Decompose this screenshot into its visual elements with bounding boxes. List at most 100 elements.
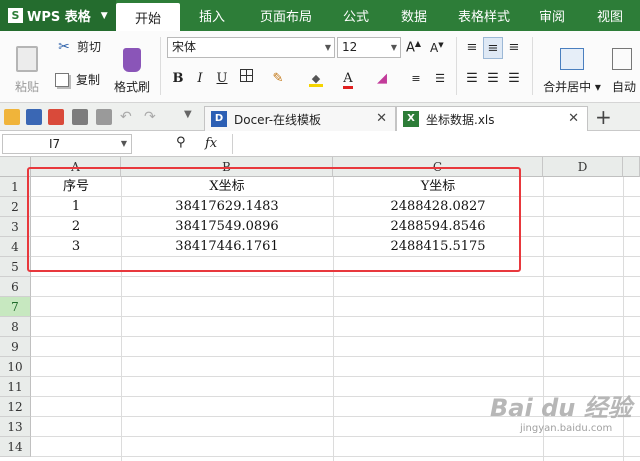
function-button[interactable]: fx: [205, 136, 217, 151]
column-header-d[interactable]: D: [543, 157, 623, 177]
chevron-down-icon: ▼: [390, 43, 397, 52]
print-preview-icon[interactable]: [96, 109, 112, 125]
row-header-9[interactable]: 9: [0, 337, 31, 357]
formula-bar: I7 ▼ ⚲ fx: [0, 131, 640, 157]
merge-center-button[interactable]: 合并居中 ▾: [538, 35, 606, 95]
redo-icon[interactable]: ↷: [144, 109, 160, 125]
ribbon-separator: [456, 37, 457, 95]
cut-label: 剪切: [77, 40, 102, 54]
format-painter-label: 格式刷: [113, 80, 150, 94]
row-header-14[interactable]: 14: [0, 437, 31, 457]
tab-table-style[interactable]: 表格样式: [444, 0, 524, 31]
row-header-11[interactable]: 11: [0, 377, 31, 397]
tab-home[interactable]: 开始: [116, 3, 180, 31]
tab-view[interactable]: 视图: [580, 0, 640, 31]
bold-button[interactable]: B: [168, 68, 188, 90]
pdf-export-icon[interactable]: [48, 109, 64, 125]
gridline: [31, 276, 640, 277]
tab-coordinates-file[interactable]: X 坐标数据.xls ✕: [396, 106, 588, 131]
row-header-7[interactable]: 7: [0, 297, 31, 317]
row-header-10[interactable]: 10: [0, 357, 31, 377]
align-center-icon: ☰: [487, 71, 499, 86]
font-shrink-icon: A▼: [430, 41, 444, 55]
font-color-button[interactable]: A: [338, 68, 358, 90]
close-icon[interactable]: ✕: [568, 111, 579, 126]
font-name-select[interactable]: 宋体 ▼: [167, 37, 335, 58]
wrap-text-button[interactable]: ≡: [406, 68, 426, 90]
auto-wrap-icon: [612, 48, 632, 70]
gridline: [31, 336, 640, 337]
align-right-icon: ☰: [508, 71, 520, 86]
tab-docer-templates[interactable]: D Docer-在线模板 ✕: [204, 106, 396, 131]
align-middle-button[interactable]: ≡: [483, 37, 503, 59]
gridline: [31, 376, 640, 377]
chevron-down-icon: ▼: [100, 10, 108, 21]
font-grow-icon: A▲: [406, 39, 422, 56]
align-left-icon: ☰: [466, 71, 478, 86]
indent-button[interactable]: ☰: [430, 68, 450, 90]
align-top-button[interactable]: ≡: [462, 37, 482, 59]
font-color-icon: A: [343, 71, 353, 89]
row-header-12[interactable]: 12: [0, 397, 31, 417]
cut-button[interactable]: ✂ 剪切: [55, 38, 101, 55]
format-painter-button[interactable]: 格式刷: [112, 35, 152, 95]
app-menu-button[interactable]: S WPS 表格 ▼: [0, 0, 116, 31]
gridline: [31, 316, 640, 317]
align-right-button[interactable]: ☰: [504, 68, 524, 90]
doc-tab-label: Docer-在线模板: [234, 112, 322, 127]
tab-insert[interactable]: 插入: [180, 0, 244, 31]
font-size-select[interactable]: 12 ▼: [337, 37, 401, 58]
pencil-icon: ✎: [272, 71, 284, 86]
italic-button[interactable]: I: [190, 68, 210, 90]
new-tab-button[interactable]: +: [595, 105, 612, 129]
paste-button[interactable]: 粘贴: [6, 35, 48, 95]
print-icon[interactable]: [72, 109, 88, 125]
name-box[interactable]: I7 ▼: [2, 134, 132, 154]
wps-logo-icon: S: [8, 8, 23, 23]
decrease-font-button[interactable]: A▼: [430, 41, 444, 55]
quick-access-bar: ↶ ↷ ▼ D Docer-在线模板 ✕ X 坐标数据.xls ✕ +: [0, 103, 640, 131]
row-header-8[interactable]: 8: [0, 317, 31, 337]
borders-button[interactable]: [236, 68, 256, 90]
tab-formulas[interactable]: 公式: [328, 0, 384, 31]
copy-button[interactable]: 复制: [55, 71, 100, 88]
save-icon[interactable]: [26, 109, 42, 125]
tab-page-layout[interactable]: 页面布局: [244, 0, 328, 31]
row-header-13[interactable]: 13: [0, 417, 31, 437]
excel-file-icon: X: [403, 111, 419, 127]
baidu-jingyan-watermark: Bai du 经验 jingyan.baidu.com: [490, 388, 640, 458]
ribbon-separator: [532, 37, 533, 95]
align-center-button[interactable]: ☰: [483, 68, 503, 90]
tab-review[interactable]: 审阅: [524, 0, 580, 31]
clear-format-button[interactable]: ◢: [372, 68, 392, 90]
undo-icon[interactable]: ↶: [120, 109, 136, 125]
menu-bar: S WPS 表格 ▼ 开始 插入 页面布局 公式 数据 表格样式 审阅 视图: [0, 0, 640, 31]
column-header-e[interactable]: [623, 157, 640, 177]
paste-label: 粘贴: [14, 80, 39, 94]
app-name: WPS 表格: [27, 10, 91, 25]
row-header-6[interactable]: 6: [0, 277, 31, 297]
customize-toolbar-icon[interactable]: ▼: [184, 109, 200, 125]
chevron-down-icon: ▼: [324, 43, 331, 52]
indent-icon: ☰: [435, 72, 445, 85]
formula-input[interactable]: [232, 134, 638, 154]
search-icon[interactable]: ⚲: [176, 135, 186, 150]
auto-wrap-button[interactable]: 自动: [612, 35, 640, 95]
ribbon-separator: [160, 37, 161, 95]
wrap-icon: ≡: [411, 72, 421, 85]
align-bottom-button[interactable]: ≡: [504, 37, 524, 59]
ribbon-toolbar: 粘贴 ✂ 剪切 复制 格式刷 宋体 ▼ 12 ▼ A▲ A▼ B I U ✎ ◆…: [0, 31, 640, 103]
close-icon[interactable]: ✕: [376, 111, 387, 126]
brush-icon: [123, 48, 141, 72]
fill-color-button[interactable]: ◆: [306, 68, 326, 90]
open-folder-icon[interactable]: [4, 109, 20, 125]
cell-style-button[interactable]: ✎: [268, 68, 288, 90]
underline-button[interactable]: U: [212, 68, 232, 90]
tab-data[interactable]: 数据: [384, 0, 444, 31]
doc-tab-label: 坐标数据.xls: [426, 112, 495, 127]
gridline: [31, 356, 640, 357]
watermark-sub: jingyan.baidu.com: [520, 423, 613, 434]
align-left-button[interactable]: ☰: [462, 68, 482, 90]
docer-icon: D: [211, 111, 227, 127]
increase-font-button[interactable]: A▲: [406, 39, 421, 55]
